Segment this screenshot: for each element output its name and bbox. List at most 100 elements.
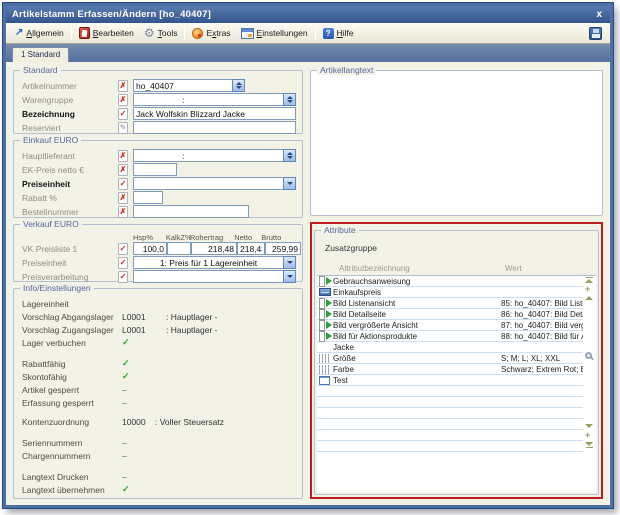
bestellnummer-input[interactable]	[133, 205, 249, 218]
menu-separator	[315, 26, 316, 40]
group-verkauf-title: Verkauf EURO	[20, 219, 82, 229]
close-button[interactable]: x	[594, 10, 604, 20]
window-title: Artikelstamm Erfassen/Ändern [ho_40407]	[12, 9, 211, 20]
scroll-up-icon[interactable]	[585, 296, 593, 300]
attribute-row[interactable]: Bild vergrößerte Ansicht87: ho_40407: Bi…	[317, 320, 583, 331]
info-label: Skontofähig	[22, 372, 122, 382]
attribute-row[interactable]: Bild Detailseite86: ho_40407: Bild Detai…	[317, 309, 583, 320]
attribute-table-header: Attributbezeichnung Wert	[315, 264, 598, 275]
image-attribute-icon	[317, 309, 333, 320]
menu-allgemein[interactable]: ↗ Allgemein	[10, 26, 69, 40]
kalkz-input[interactable]	[167, 242, 191, 255]
artikelnummer-spinner-button[interactable]	[232, 79, 245, 92]
attribute-row[interactable]: Test	[317, 375, 583, 386]
dash-flag-icon: –	[122, 438, 127, 448]
preisverarbeitung-label: Preisverarbeitung	[22, 272, 118, 282]
menu-separator	[184, 26, 185, 40]
attribute-row[interactable]: Einkaufspreis	[317, 287, 583, 298]
bezeichnung-input[interactable]	[133, 107, 296, 120]
warengruppe-input[interactable]	[133, 93, 284, 106]
attribute-row[interactable]: FarbeSchwarz; Extrem Rot; Extre	[317, 364, 583, 375]
artikelnummer-label: Artikelnummer	[22, 81, 118, 91]
preisverarbeitung-dropdown-button[interactable]	[283, 270, 296, 283]
group-standard-title: Standard	[20, 65, 61, 75]
artikellangtext-textarea[interactable]	[315, 75, 598, 211]
menu-label: Einstellungen	[257, 28, 308, 38]
hsp-input[interactable]	[133, 242, 167, 255]
info-label: Erfassung gesperrt	[22, 398, 122, 408]
scroll-to-top-icon[interactable]	[585, 277, 593, 283]
scroll-down-icon[interactable]	[585, 424, 593, 428]
menu-tools[interactable]: ⚙ Tools	[139, 25, 183, 41]
image-attribute-icon	[317, 320, 333, 331]
group-einkauf: Einkauf EURO Hauptlieferant EK-Preis net…	[13, 140, 303, 218]
attribute-rows: Gebrauchsanweisung Einkaufspreis Bild Li…	[317, 276, 583, 492]
artikelnummer-input[interactable]	[133, 79, 233, 92]
menu-extras[interactable]: Extras	[187, 26, 235, 41]
info-label: Langtext Drucken	[22, 472, 122, 482]
attribute-row[interactable]: GrößeS; M; L; XL; XXL	[317, 353, 583, 364]
info-label: Lagereinheit	[22, 299, 122, 309]
warengruppe-browse-button[interactable]	[283, 93, 296, 106]
attribute-list: Gebrauchsanweisung Einkaufspreis Bild Li…	[317, 275, 596, 492]
list-attribute-icon	[317, 376, 333, 385]
info-label: Rabattfähig	[22, 359, 122, 369]
hauptlieferant-browse-button[interactable]	[283, 149, 296, 162]
attribute-row[interactable]: Gebrauchsanweisung	[317, 276, 583, 287]
extras-ball-icon	[192, 28, 203, 39]
attribute-row-empty	[317, 408, 583, 419]
menu-separator	[71, 26, 72, 40]
price-attribute-icon	[317, 288, 333, 296]
tab-standard[interactable]: 1 Standard	[12, 47, 69, 62]
attribute-row[interactable]: Bild für Aktionsprodukte88: ho_40407: Bi…	[317, 331, 583, 342]
menu-label: Hilfe	[337, 28, 354, 38]
attribute-row-empty	[317, 397, 583, 408]
edit-book-icon	[79, 27, 90, 39]
vk-preiseinheit-dropdown-button[interactable]	[283, 256, 296, 269]
attribute-row[interactable]: Jacke	[317, 342, 583, 353]
rabatt-input[interactable]	[133, 191, 163, 204]
info-label: Vorschlag Zugangslager	[22, 325, 122, 335]
field-ok-icon	[118, 271, 133, 283]
image-attribute-icon	[317, 276, 333, 287]
app-window: Artikelstamm Erfassen/Ändern [ho_40407] …	[3, 3, 613, 508]
ek-preiseinheit-dropdown-button[interactable]	[283, 177, 296, 190]
arrow-up-right-icon: ↗	[15, 28, 23, 38]
bezeichnung-label: Bezeichnung	[22, 109, 118, 119]
brutto-input[interactable]	[265, 242, 301, 255]
attribute-row-empty	[317, 386, 583, 397]
menu-einstellungen[interactable]: Einstellungen	[236, 26, 313, 41]
column-attributbezeichnung: Attributbezeichnung	[339, 264, 505, 275]
attribute-row[interactable]: Bild Listenansicht85: ho_40407: Bild Lis…	[317, 298, 583, 309]
image-attribute-icon	[317, 298, 333, 309]
group-info-title: Info/Einstellungen	[20, 283, 94, 293]
attribute-rail: + +	[583, 276, 596, 492]
preisverarbeitung-input[interactable]	[133, 270, 284, 283]
reserviert-input[interactable]	[133, 121, 296, 134]
group-attribute-title: Attribute	[321, 225, 359, 235]
dash-flag-icon: –	[122, 385, 127, 395]
add-row-icon[interactable]: +	[585, 286, 590, 293]
add-row-icon[interactable]: +	[585, 432, 590, 439]
lager-desc: : Hauptlager -	[166, 325, 218, 335]
attribute-highlight-border: Attribute Zusatzgruppe Attributbezeichnu…	[310, 222, 603, 499]
hauptlieferant-input[interactable]	[133, 149, 284, 162]
group-verkauf: Verkauf EURO Hsp% KalkZ% Rohertrag Netto…	[13, 224, 303, 282]
ek-preis-input[interactable]	[133, 163, 177, 176]
vk-preiseinheit-input[interactable]	[133, 256, 284, 269]
ek-preiseinheit-input[interactable]	[133, 177, 284, 190]
menu-bearbeiten[interactable]: Bearbeiten	[74, 25, 139, 41]
menu-hilfe[interactable]: ? Hilfe	[318, 26, 359, 41]
reserviert-label: Reserviert	[22, 123, 118, 133]
search-magnifier-icon[interactable]	[585, 352, 592, 359]
lager-code: L0001	[122, 312, 166, 322]
info-label: Lager verbuchen	[22, 338, 122, 348]
rohertrag-input[interactable]	[191, 242, 237, 255]
save-icon[interactable]	[589, 27, 602, 40]
mandatory-field-icon	[118, 94, 133, 106]
zusatzgruppe-label: Zusatzgruppe	[325, 243, 598, 253]
vk-preiseinheit-label: Preiseinheit	[22, 258, 118, 268]
scroll-to-bottom-icon[interactable]	[585, 442, 593, 448]
field-ok-icon	[118, 108, 133, 120]
netto-input[interactable]	[237, 242, 265, 255]
